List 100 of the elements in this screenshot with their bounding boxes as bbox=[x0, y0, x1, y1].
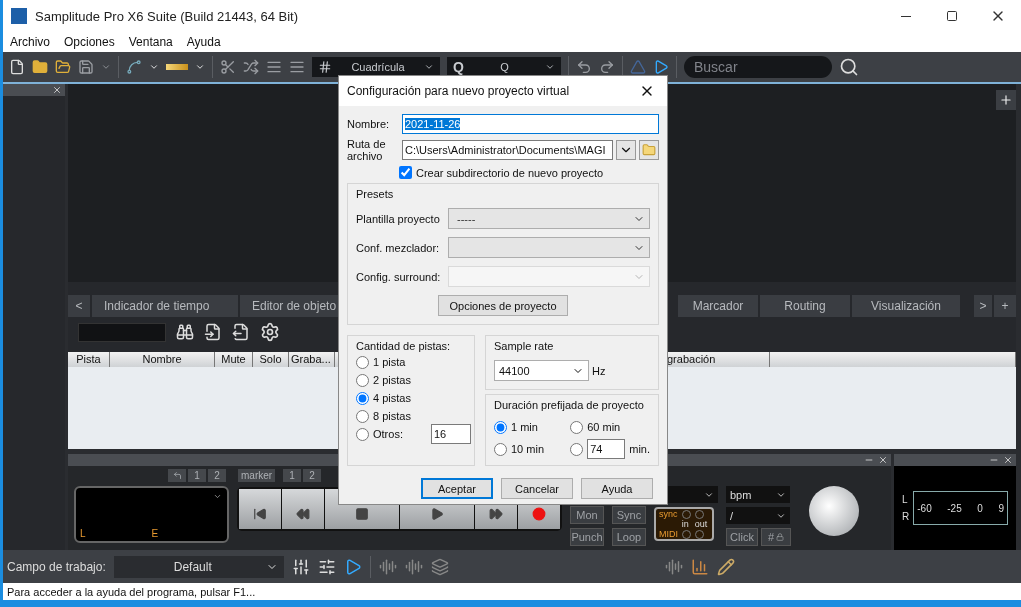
add-button[interactable] bbox=[996, 90, 1016, 111]
volume-knob[interactable] bbox=[809, 486, 859, 537]
mode-button[interactable]: Mon bbox=[570, 506, 604, 525]
radio-button[interactable] bbox=[356, 409, 369, 423]
display-label: L bbox=[80, 528, 86, 540]
grid-select[interactable]: Cuadrícula bbox=[312, 57, 440, 78]
click-button[interactable]: Click bbox=[726, 528, 758, 547]
shuffle-icon bbox=[243, 59, 259, 76]
skip-back-icon bbox=[253, 507, 267, 522]
marker-button[interactable]: 1 bbox=[188, 469, 206, 482]
export-icon bbox=[232, 323, 250, 342]
duration-field[interactable]: 74 bbox=[587, 439, 626, 459]
fast-forward-icon bbox=[489, 507, 503, 522]
signature-select[interactable]: / bbox=[726, 507, 790, 525]
radio-label: Otros: bbox=[373, 428, 403, 440]
unit-label: Hz bbox=[592, 364, 606, 377]
column-header[interactable]: Pista bbox=[68, 352, 110, 368]
prev-tab-button[interactable]: < bbox=[68, 295, 90, 318]
search-field[interactable]: Buscar bbox=[684, 56, 832, 79]
group-title: Duración prefijada de proyecto bbox=[494, 399, 645, 411]
preset-select[interactable]: ----- bbox=[448, 208, 650, 229]
checkbox[interactable] bbox=[399, 166, 412, 179]
name-field[interactable]: 2021-11-26 bbox=[402, 114, 659, 134]
snap-button[interactable]: # bbox=[761, 528, 791, 547]
marker-button[interactable]: marker bbox=[238, 469, 276, 482]
in-label: in bbox=[681, 519, 690, 530]
tab[interactable]: Routing bbox=[760, 295, 850, 318]
rewind-button[interactable] bbox=[282, 489, 324, 530]
minimize-icon bbox=[901, 15, 911, 17]
radio-label: 10 min bbox=[511, 443, 545, 455]
next-tab-button[interactable]: > bbox=[974, 295, 992, 318]
marker-button[interactable]: 2 bbox=[208, 469, 226, 482]
project-options-button[interactable]: Opciones de proyecto bbox=[438, 295, 568, 316]
menu-item[interactable]: Archivo bbox=[10, 34, 50, 49]
fade-icon bbox=[166, 64, 188, 71]
caret-icon bbox=[704, 490, 714, 500]
caret-icon bbox=[776, 511, 786, 521]
menu-item[interactable]: Opciones bbox=[64, 34, 115, 49]
audio-folder-icon bbox=[55, 59, 71, 76]
dialog-button[interactable]: Cancelar bbox=[501, 478, 573, 499]
radio-button[interactable] bbox=[356, 427, 369, 441]
radio-button[interactable] bbox=[494, 420, 507, 434]
marker-button[interactable]: 2 bbox=[303, 469, 322, 482]
sample-rate-select[interactable]: 44100 bbox=[494, 360, 589, 381]
rewind-icon bbox=[296, 507, 310, 522]
workspace-select[interactable]: Default bbox=[113, 555, 284, 578]
save-icon bbox=[78, 59, 94, 76]
search-icon bbox=[839, 57, 859, 78]
display-label: E bbox=[151, 528, 159, 540]
scale-label: 0 bbox=[977, 503, 983, 514]
path-field[interactable]: C:\Users\Administrator\Documents\MAGI bbox=[402, 140, 613, 160]
radio-button[interactable] bbox=[494, 442, 507, 456]
tempo-unit-select[interactable]: bpm bbox=[726, 486, 790, 504]
radio-button[interactable] bbox=[356, 355, 369, 369]
skip-back-button[interactable] bbox=[239, 489, 281, 530]
close-icon bbox=[52, 85, 62, 96]
column-header[interactable]: Mute bbox=[215, 352, 253, 368]
filter-field[interactable] bbox=[78, 323, 166, 342]
tab[interactable]: Indicador de tiempo bbox=[92, 295, 238, 318]
binoculars-icon bbox=[176, 323, 194, 342]
mode-button[interactable]: Sync bbox=[612, 506, 646, 525]
radio-label: 8 pistas bbox=[373, 410, 411, 422]
waveform-icon bbox=[664, 557, 683, 576]
field-label: Plantilla proyecto bbox=[356, 212, 441, 225]
menu-item[interactable]: Ventana bbox=[128, 34, 173, 49]
stop-icon bbox=[355, 507, 369, 522]
scale-label: -60 bbox=[917, 503, 932, 514]
mode-button[interactable]: Punch bbox=[570, 528, 604, 547]
curve-icon bbox=[126, 59, 142, 76]
radio-button[interactable] bbox=[570, 442, 584, 456]
tracks-field[interactable]: 16 bbox=[430, 424, 471, 444]
settings-icon bbox=[260, 322, 280, 343]
tab[interactable]: Marcador bbox=[678, 295, 758, 318]
field-label: Ruta de archivo bbox=[347, 138, 387, 162]
group-title: Presets bbox=[356, 188, 395, 200]
column-header[interactable]: Solo bbox=[253, 352, 289, 368]
status-text: Para acceder a la ayuda del programa, pulsar F1... bbox=[3, 583, 1021, 600]
radio-button[interactable] bbox=[356, 391, 369, 405]
play-marker-icon bbox=[653, 59, 669, 76]
mode-button[interactable]: Loop bbox=[612, 528, 646, 547]
quantize-select[interactable]: Q Q bbox=[447, 57, 561, 78]
close-icon bbox=[878, 455, 888, 466]
group-title: Sample rate bbox=[494, 340, 555, 352]
tab[interactable]: Visualización bbox=[852, 295, 960, 318]
dialog-button[interactable]: Aceptar bbox=[421, 478, 493, 499]
return-icon bbox=[172, 471, 182, 480]
menu-item[interactable]: Ayuda bbox=[186, 34, 221, 49]
mixer-icon bbox=[317, 557, 336, 576]
redo-icon bbox=[599, 59, 615, 76]
column-header[interactable]: Nombre bbox=[110, 352, 215, 368]
dialog-button[interactable]: Ayuda bbox=[581, 478, 653, 499]
column-header[interactable]: Graba... bbox=[289, 352, 335, 368]
radio-button[interactable] bbox=[356, 373, 369, 387]
radio-button[interactable] bbox=[570, 420, 584, 434]
radio-label: min. bbox=[629, 443, 650, 455]
dropdown-button[interactable] bbox=[616, 140, 636, 160]
undo-marker-button[interactable] bbox=[168, 469, 186, 482]
add-tab-button[interactable]: + bbox=[994, 295, 1016, 318]
lock-icon bbox=[776, 533, 785, 542]
marker-button[interactable]: 1 bbox=[283, 469, 302, 482]
